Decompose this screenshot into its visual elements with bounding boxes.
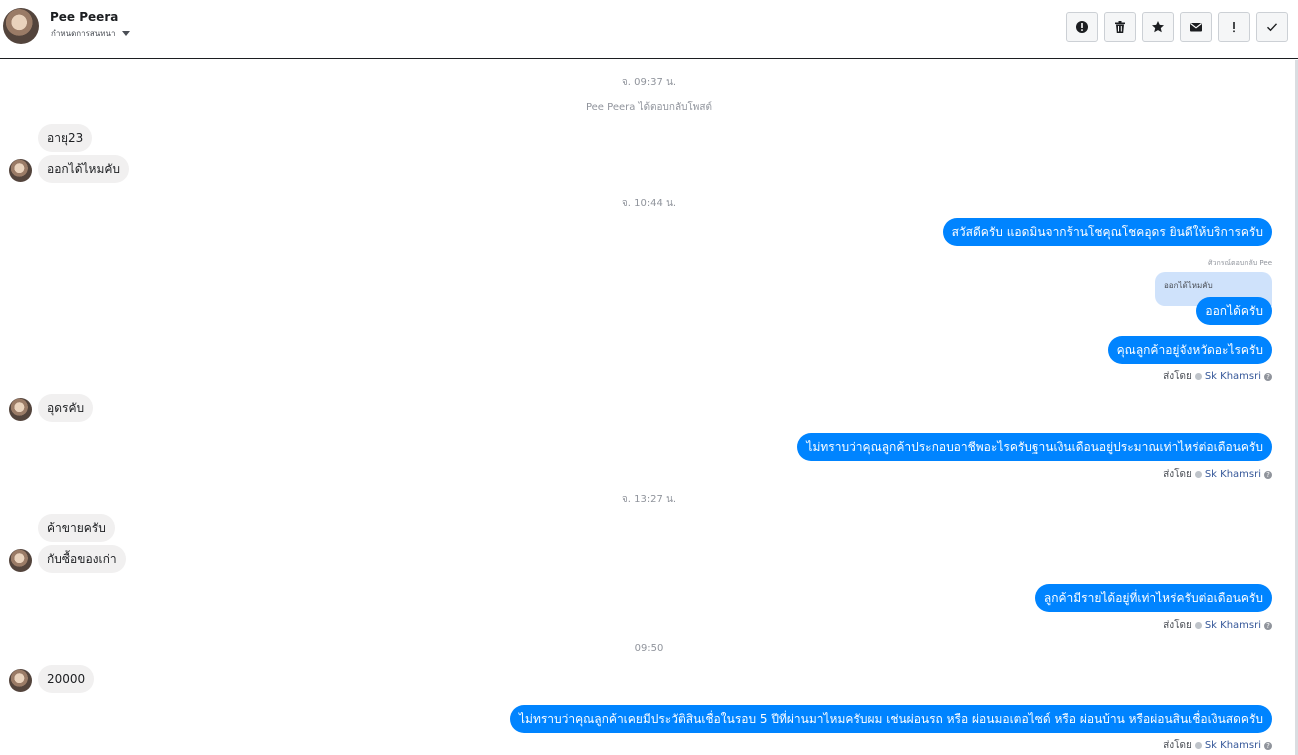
incoming-message[interactable]: ค้าขายครับ [38,514,115,542]
dot-icon [1194,373,1202,380]
check-icon [1267,23,1278,32]
contact-name[interactable]: Pee Peera [50,10,118,24]
avatar[interactable] [9,398,32,421]
trash-icon [1115,21,1125,33]
conversation-header: Pee Peera กำหนดการสนทนา [0,0,1298,59]
outgoing-message[interactable]: สวัสดีครับ แอดมินจากร้านโชคุณโชคอุดร ยิน… [942,218,1272,246]
outgoing-message[interactable]: ลูกค้ามีรายได้อยู่ที่เท่าไหร่ครับต่อเดือ… [1034,584,1272,612]
timestamp: จ. 09:37 น. [621,77,677,88]
sent-by: ส่งโดย Sk Khamsri ? [1163,738,1272,753]
mark-unread-button[interactable] [1180,12,1212,42]
reply-note: ศิวกรณ์ตอบกลับ Pee [1208,259,1272,267]
help-icon[interactable]: ? [1264,741,1272,750]
dot-icon [1194,622,1202,629]
outgoing-message[interactable]: ไม่ทราบว่าคุณลูกค้าประกอบอาชีพอะไรครับฐา… [797,433,1272,461]
status-label: กำหนดการสนทนา [51,29,116,38]
sender-name[interactable]: Sk Khamsri [1205,371,1261,382]
conversation-status[interactable]: กำหนดการสนทนา [51,27,130,40]
sender-name[interactable]: Sk Khamsri [1205,469,1261,480]
toolbar [1066,12,1288,42]
mark-done-button[interactable] [1256,12,1288,42]
sent-by: ส่งโดย Sk Khamsri ? [1163,618,1272,633]
outgoing-message[interactable]: คุณลูกค้าอยู่จังหวัดอะไรครับ [1107,336,1272,364]
spam-button[interactable] [1218,12,1250,42]
sent-by-label: ส่งโดย [1163,469,1192,480]
chevron-down-icon [121,31,130,36]
envelope-icon [1190,23,1202,32]
star-button[interactable] [1142,12,1174,42]
incoming-message[interactable]: อายุ23 [38,124,93,152]
avatar[interactable] [3,8,39,44]
avatar[interactable] [9,159,32,182]
avatar[interactable] [9,669,32,692]
alert-circle-icon [1076,21,1088,33]
incoming-message[interactable]: อุดรคับ [38,394,94,422]
sender-name[interactable]: Sk Khamsri [1205,740,1261,751]
outgoing-message[interactable]: ไม่ทราบว่าคุณลูกค้าเคยมีประวัติสินเชื่อใ… [510,705,1272,733]
avatar[interactable] [9,549,32,572]
star-icon [1152,21,1164,33]
sent-by-label: ส่งโดย [1163,620,1192,631]
sent-by-label: ส่งโดย [1163,371,1192,382]
delete-button[interactable] [1104,12,1136,42]
incoming-message[interactable]: กับซื้อของเก่า [38,545,126,573]
incoming-message[interactable]: ออกได้ไหมคับ [38,155,130,183]
report-button[interactable] [1066,12,1098,42]
exclamation-icon [1233,22,1235,33]
sent-by: ส่งโดย Sk Khamsri ? [1163,467,1272,482]
timestamp: 09:50 [634,643,664,654]
sender-name[interactable]: Sk Khamsri [1205,620,1261,631]
timestamp: จ. 10:44 น. [621,198,677,209]
timestamp: จ. 13:27 น. [621,494,677,505]
dot-icon [1194,742,1202,749]
help-icon[interactable]: ? [1264,470,1272,479]
outgoing-message[interactable]: ออกได้ครับ [1196,297,1272,325]
dot-icon [1194,471,1202,478]
sent-by: ส่งโดย Sk Khamsri ? [1163,369,1272,384]
help-icon[interactable]: ? [1264,372,1272,381]
system-message: Pee Peera ได้ตอบกลับโพสต์ [585,102,712,113]
incoming-message[interactable]: 20000 [38,665,95,693]
help-icon[interactable]: ? [1264,621,1272,630]
sent-by-label: ส่งโดย [1163,740,1192,751]
